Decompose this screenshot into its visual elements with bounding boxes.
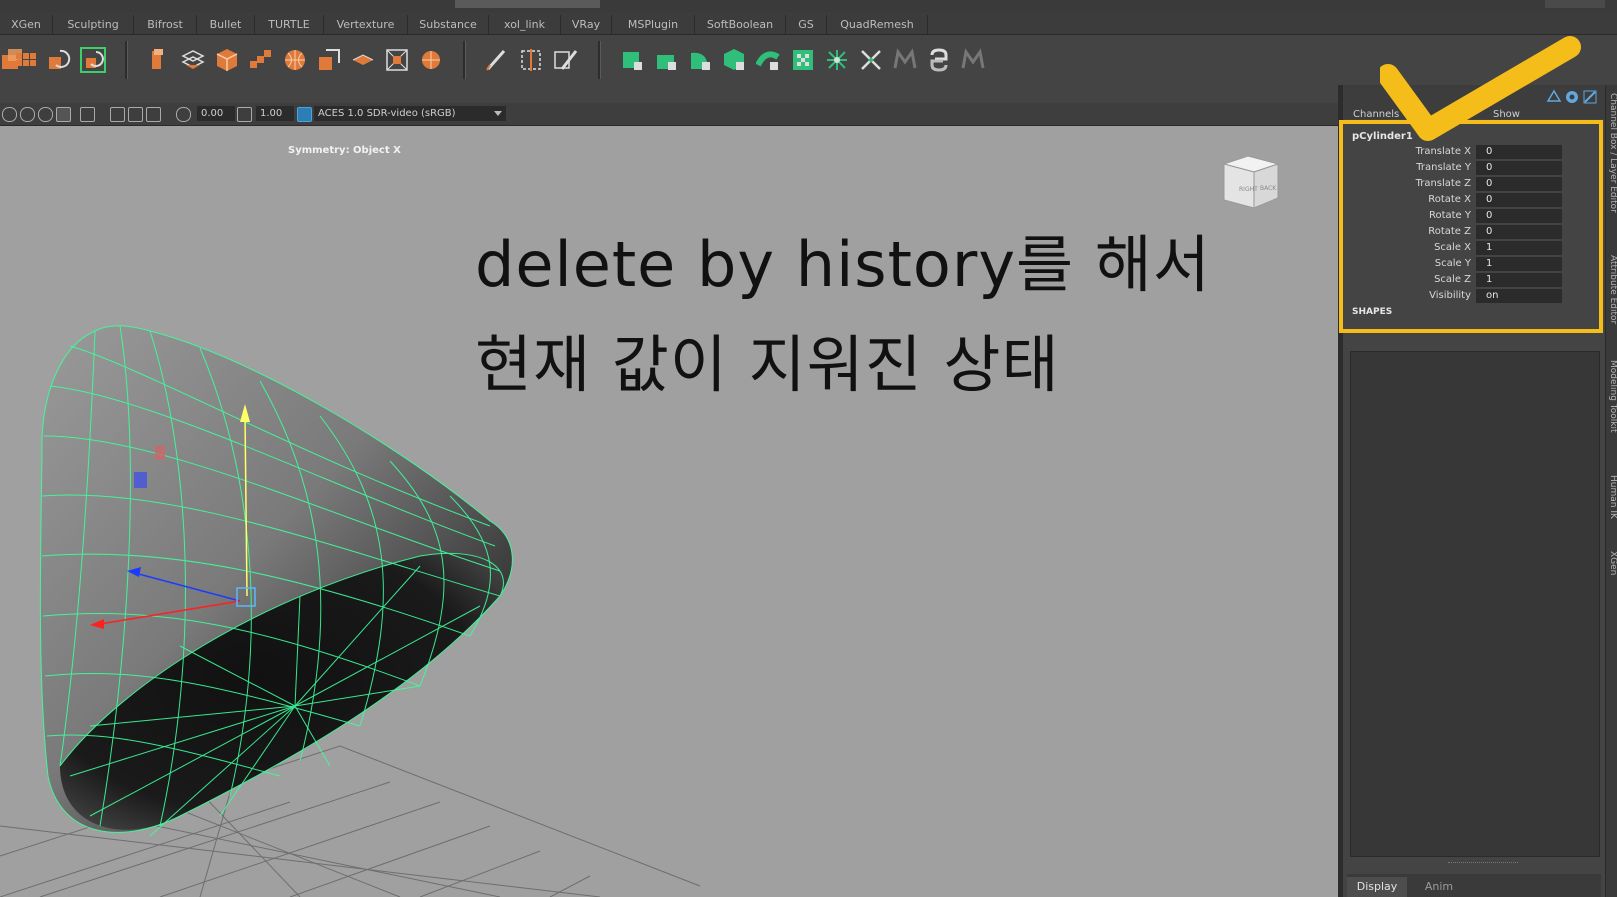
shelf-tab-msplugin[interactable]: MSPlugin xyxy=(612,15,695,34)
checker-icon[interactable] xyxy=(790,47,816,73)
xray-components-icon[interactable] xyxy=(146,107,161,122)
mel-script-icon-2[interactable] xyxy=(960,47,986,73)
spread-icon[interactable] xyxy=(824,47,850,73)
viewcube-back-label: BACK xyxy=(1260,185,1277,192)
shelf-tab-quadremesh[interactable]: QuadRemesh xyxy=(827,15,928,34)
gamma-icon[interactable] xyxy=(237,107,252,122)
side-tab-xgen[interactable]: XGen xyxy=(1608,551,1617,575)
layer-tabs: Display Anim xyxy=(1347,874,1601,897)
green-round-icon[interactable] xyxy=(688,47,714,73)
cube-icon[interactable] xyxy=(214,47,240,73)
edge-loop-icon[interactable] xyxy=(552,47,578,73)
green-box-icon[interactable] xyxy=(722,47,748,73)
shelf-toolbar xyxy=(0,35,1617,85)
shelf-tab-sculpting[interactable]: Sculpting xyxy=(53,15,134,34)
annotation-line-1: delete by history를 해서 xyxy=(475,228,1211,301)
pencil-curve-icon[interactable] xyxy=(484,47,510,73)
green-bend-icon[interactable] xyxy=(756,47,782,73)
python-script-icon[interactable] xyxy=(926,47,952,73)
lighting-icon[interactable] xyxy=(20,107,35,122)
shelf-tab-softboolean[interactable]: SoftBoolean xyxy=(695,15,786,34)
gamma-field[interactable]: 1.00 xyxy=(256,106,294,121)
color-space-dropdown[interactable]: ACES 1.0 SDR-video (sRGB) xyxy=(314,106,494,121)
shading-icon[interactable] xyxy=(2,107,17,122)
shelf-tab-xgen[interactable]: XGen xyxy=(0,15,53,34)
shelf-separator xyxy=(125,41,128,79)
side-tab-strip: Channel Box / Layer Editor Attribute Edi… xyxy=(1605,85,1617,897)
annotation-line-2: 현재 값이 지워진 상태 xyxy=(475,328,1060,401)
shelf-tab-bar: XGen Sculpting Bifrost Bullet TURTLE Ver… xyxy=(0,12,1617,35)
shelf-tab-bifrost[interactable]: Bifrost xyxy=(134,15,197,34)
shelf-tab-gs[interactable]: GS xyxy=(786,15,827,34)
green-bevel-icon[interactable] xyxy=(654,47,680,73)
bounding-box-icon[interactable] xyxy=(384,47,410,73)
exposure-field[interactable]: 0.00 xyxy=(197,106,235,121)
viewport-toolbar: 0.00 1.00 ACES 1.0 SDR-video (sRGB) xyxy=(0,103,1338,126)
extrude-icon[interactable] xyxy=(316,47,342,73)
exposure-icon[interactable] xyxy=(176,107,191,122)
side-tab-modeling-toolkit[interactable]: Modeling Toolkit xyxy=(1608,360,1617,433)
swap-uv-icon[interactable] xyxy=(80,47,106,73)
sphere-grid-icon[interactable] xyxy=(282,47,308,73)
plane-icon[interactable] xyxy=(350,47,376,73)
grid-tiles-icon[interactable] xyxy=(14,47,40,73)
tab-display[interactable]: Display xyxy=(1347,877,1407,897)
scissors-icon[interactable] xyxy=(858,47,884,73)
shelf-separator xyxy=(598,41,601,79)
shelf-separator xyxy=(463,41,466,79)
stack-boxes-icon[interactable] xyxy=(145,47,171,73)
shelf-tab-vray[interactable]: VRay xyxy=(561,15,612,34)
side-tab-attribute-editor[interactable]: Attribute Editor xyxy=(1608,255,1617,324)
viewcube[interactable]: RIGHT BACK xyxy=(1218,152,1290,212)
shelf-tab-vertexture[interactable]: Vertexture xyxy=(324,15,408,34)
color-management-icon[interactable] xyxy=(297,107,312,122)
green-cube-icon[interactable] xyxy=(620,47,646,73)
chevron-down-icon[interactable] xyxy=(490,106,506,121)
xray-icon[interactable] xyxy=(110,107,125,122)
tab-anim[interactable]: Anim xyxy=(1409,877,1469,897)
isolate-icon[interactable] xyxy=(80,107,95,122)
layered-planes-icon[interactable] xyxy=(180,47,206,73)
xray-joints-icon[interactable] xyxy=(128,107,143,122)
shelf-tab-substance[interactable]: Substance xyxy=(408,15,489,34)
multi-cut-icon[interactable] xyxy=(518,47,544,73)
side-tab-human-ik[interactable]: Human IK xyxy=(1608,475,1617,519)
shadow-icon[interactable] xyxy=(38,107,53,122)
top-tab-active[interactable] xyxy=(455,0,600,8)
resize-handle[interactable] xyxy=(1448,862,1518,865)
stairs-blocks-icon[interactable] xyxy=(248,47,274,73)
cycle-uv-icon[interactable] xyxy=(46,47,72,73)
layer-editor-area[interactable] xyxy=(1350,351,1600,857)
viewport-3d[interactable]: Symmetry: Object X RIGHT BACK delete by … xyxy=(0,126,1338,897)
shelf-tab-xol-link[interactable]: xol_link xyxy=(489,15,561,34)
window-controls[interactable] xyxy=(1545,0,1605,8)
viewcube-right-label: RIGHT xyxy=(1239,186,1258,193)
ao-icon[interactable] xyxy=(56,107,71,122)
side-tab-channel-box[interactable]: Channel Box / Layer Editor xyxy=(1608,93,1617,213)
checkmark-icon xyxy=(1380,36,1581,141)
sphere-cluster-icon[interactable] xyxy=(418,47,444,73)
shelf-tab-turtle[interactable]: TURTLE xyxy=(255,15,324,34)
mel-script-icon[interactable] xyxy=(892,47,918,73)
shelf-tab-bullet[interactable]: Bullet xyxy=(197,15,255,34)
